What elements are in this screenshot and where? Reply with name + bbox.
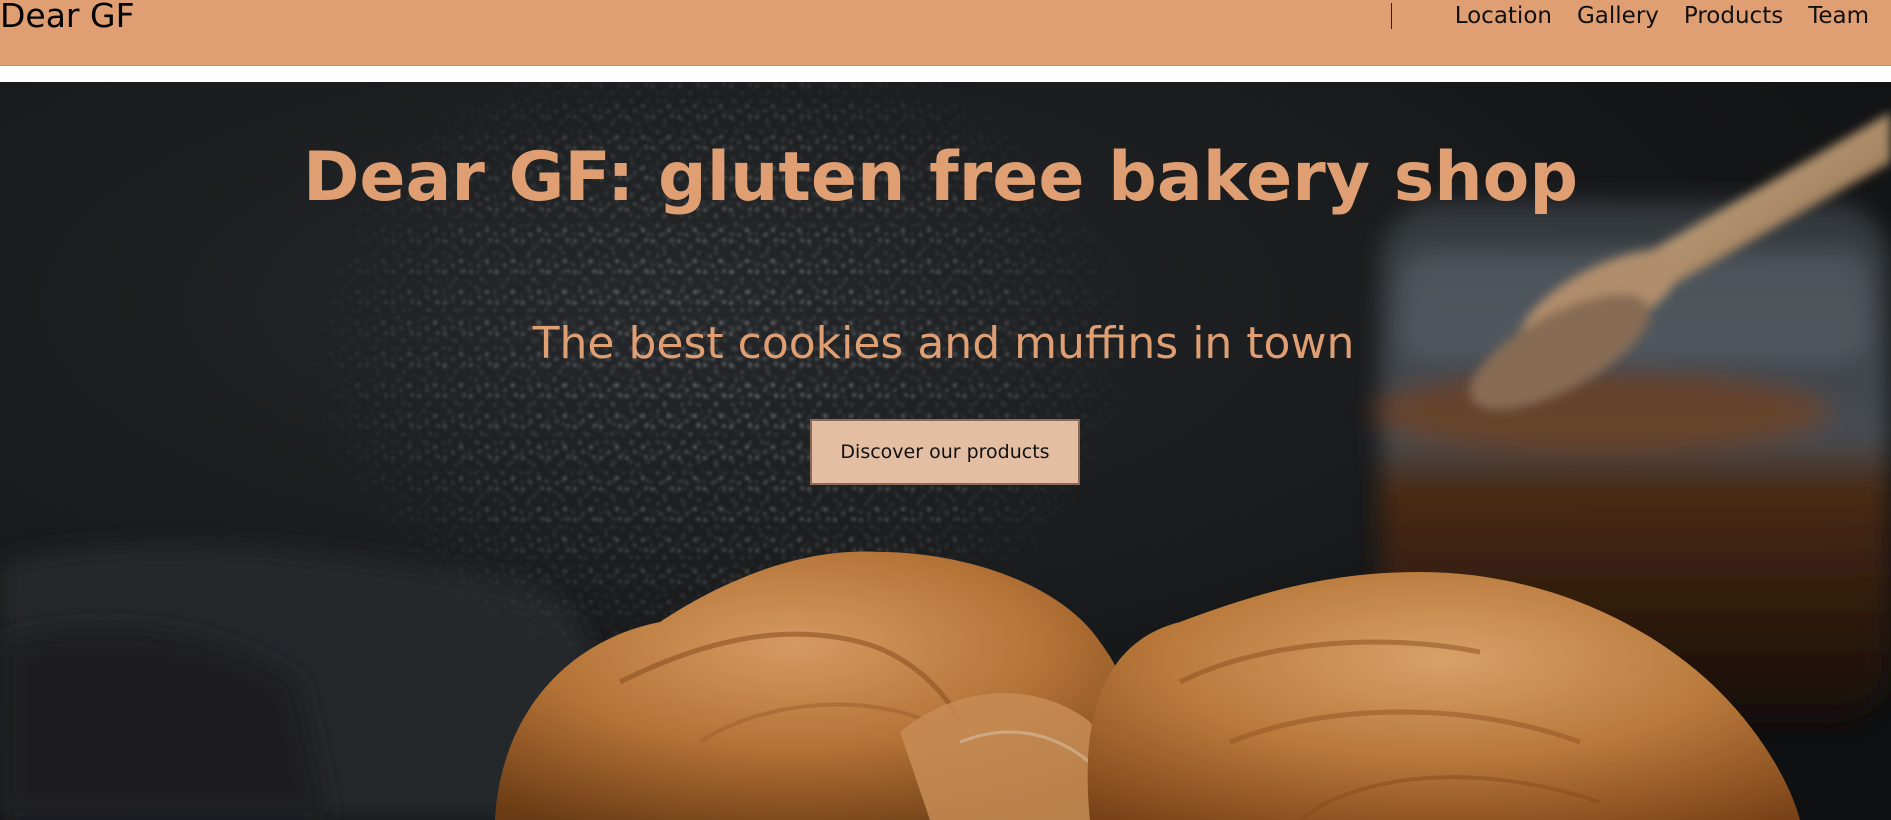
nav-link-gallery[interactable]: Gallery — [1577, 1, 1659, 31]
nav-link-team[interactable]: Team — [1808, 1, 1869, 31]
nav-divider — [1391, 3, 1392, 29]
nav-link-products[interactable]: Products — [1684, 1, 1783, 31]
hero-title: Dear GF: gluten free bakery shop — [302, 138, 1579, 217]
discover-products-button[interactable]: Discover our products — [810, 419, 1080, 485]
nav-link-location[interactable]: Location — [1455, 1, 1552, 31]
top-navbar: Dear GF Location Gallery Products Team — [0, 0, 1891, 66]
hero-subtitle: The best cookies and muffins in town — [532, 318, 1355, 369]
hero-section: Dear GF: gluten free bakery shop The bes… — [0, 82, 1891, 820]
main-nav: Location Gallery Products Team — [1455, 1, 1869, 31]
brand-logo[interactable]: Dear GF — [0, 0, 135, 34]
